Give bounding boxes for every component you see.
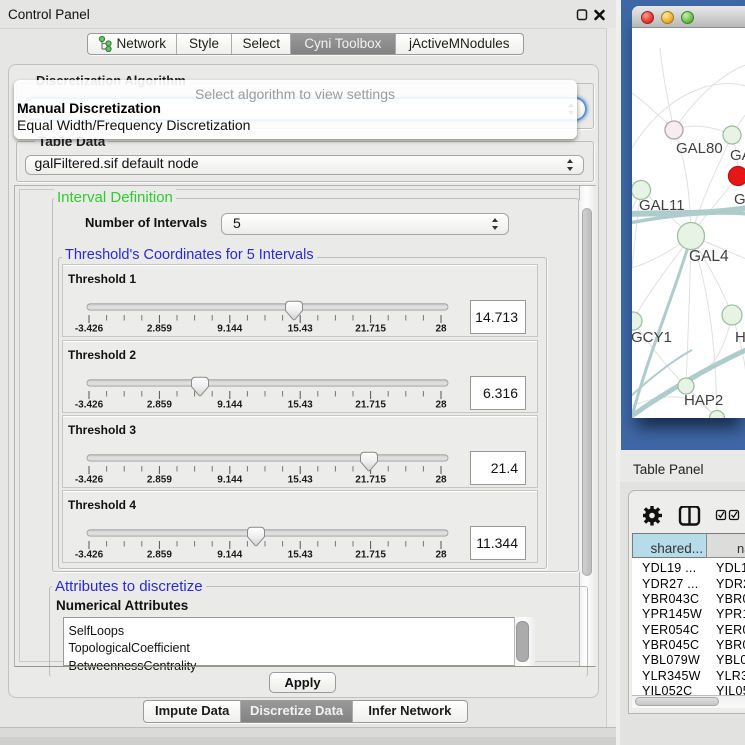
svg-text:HAP2: HAP2 [684, 392, 723, 409]
svg-text:-3.426: -3.426 [75, 475, 104, 486]
svg-text:-3.426: -3.426 [75, 550, 104, 561]
svg-text:GAL80: GAL80 [676, 140, 723, 157]
svg-text:28: 28 [435, 550, 447, 561]
svg-text:2.859: 2.859 [147, 324, 172, 335]
svg-text:21.715: 21.715 [355, 400, 386, 411]
svg-text:9.144: 9.144 [217, 550, 242, 561]
svg-text:9.144: 9.144 [217, 324, 242, 335]
svg-text:15.43: 15.43 [288, 550, 313, 561]
svg-text:15.43: 15.43 [288, 324, 313, 335]
svg-text:2.859: 2.859 [147, 475, 172, 486]
svg-text:HI: HI [735, 329, 745, 346]
svg-text:15.43: 15.43 [288, 400, 313, 411]
svg-text:G: G [734, 191, 745, 208]
svg-text:21.715: 21.715 [355, 324, 386, 335]
svg-text:28: 28 [435, 400, 447, 411]
svg-text:9.144: 9.144 [217, 400, 242, 411]
svg-text:9.144: 9.144 [217, 475, 242, 486]
svg-text:28: 28 [435, 324, 447, 335]
svg-text:GA: GA [730, 147, 745, 164]
svg-text:21.715: 21.715 [355, 475, 386, 486]
svg-text:2.859: 2.859 [147, 550, 172, 561]
svg-text:15.43: 15.43 [288, 475, 313, 486]
svg-text:GCY1: GCY1 [632, 329, 672, 346]
svg-text:GAL11: GAL11 [639, 197, 685, 214]
svg-text:-3.426: -3.426 [75, 324, 104, 335]
svg-text:-3.426: -3.426 [75, 400, 104, 411]
svg-text:2.859: 2.859 [147, 400, 172, 411]
svg-text:GAL4: GAL4 [689, 248, 729, 265]
svg-text:21.715: 21.715 [355, 550, 386, 561]
svg-text:28: 28 [435, 475, 447, 486]
